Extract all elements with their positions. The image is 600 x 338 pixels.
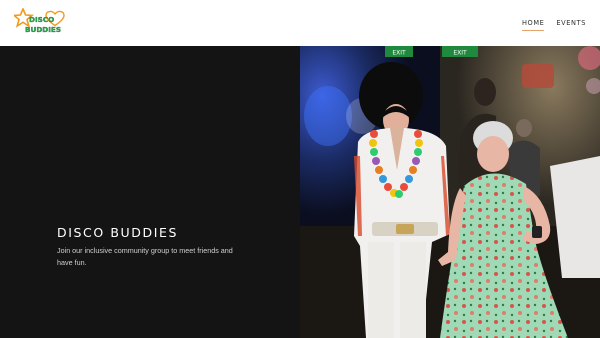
svg-text:BUDDIES: BUDDIES [25,25,61,34]
hero-photo: EXIT EXIT [300,46,600,338]
hero-description: Join our inclusive community group to me… [57,246,233,267]
hero-title: DISCO BUDDIES [57,225,179,240]
disco-buddies-logo[interactable]: DISCO BUDDIES [11,6,70,38]
logo-graphic: DISCO BUDDIES [11,6,65,34]
hero-section: DISCO BUDDIES Join our inclusive communi… [0,46,600,338]
main-nav: HOME EVENTS [522,19,586,31]
nav-home-link[interactable]: HOME [522,19,545,31]
site-header: DISCO BUDDIES HOME EVENTS [0,0,600,46]
nav-events-link[interactable]: EVENTS [556,19,586,31]
hero-text-panel: DISCO BUDDIES Join our inclusive communi… [0,46,300,338]
exit-sign-right: EXIT [453,50,467,57]
exit-sign-left: EXIT [392,50,406,57]
svg-text:DISCO: DISCO [29,15,54,24]
